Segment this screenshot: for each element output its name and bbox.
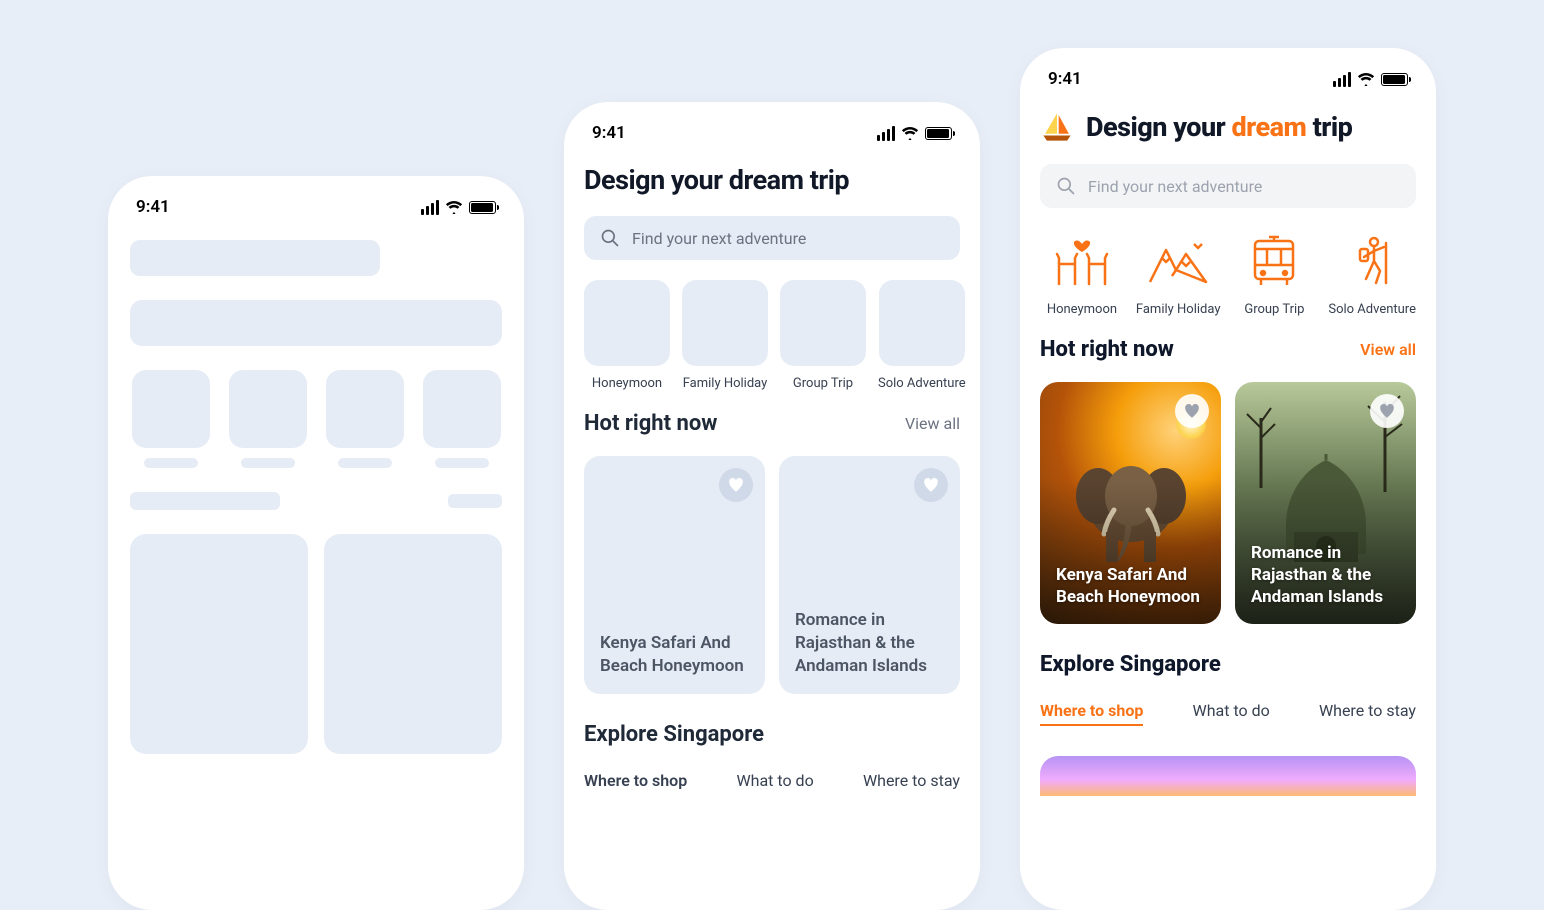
search-input[interactable]: Find your next adventure xyxy=(584,216,960,260)
mockup-lowfi: 9:41 xyxy=(108,176,524,910)
category-label: Group Trip xyxy=(793,376,853,391)
category-solo[interactable]: Solo Adventure xyxy=(1328,234,1416,317)
search-input[interactable]: Find your next adventure xyxy=(1040,164,1416,208)
favorite-button[interactable] xyxy=(914,468,948,502)
search-placeholder: Find your next adventure xyxy=(632,229,806,248)
category-icon-placeholder xyxy=(682,280,768,366)
section-title-explore: Explore Singapore xyxy=(584,722,960,747)
category-label: Family Holiday xyxy=(683,376,768,391)
mockup-midfi: 9:41 Design your dream trip Find your ne… xyxy=(564,102,980,910)
heart-icon xyxy=(922,476,940,494)
explore-card-preview[interactable] xyxy=(1040,756,1416,796)
hot-card-rajasthan[interactable]: Romance in Rajasthan & the Andaman Islan… xyxy=(1235,382,1416,624)
skeleton-categories xyxy=(130,370,502,468)
skeleton-title xyxy=(130,240,380,276)
hot-card[interactable]: Kenya Safari And Beach Honeymoon xyxy=(584,456,765,694)
status-bar: 9:41 xyxy=(564,102,980,156)
heart-icon xyxy=(1378,402,1396,420)
section-title-hot: Hot right now xyxy=(1040,337,1174,362)
category-label: Solo Adventure xyxy=(878,376,966,391)
category-honeymoon[interactable]: Honeymoon xyxy=(584,280,670,391)
heart-icon xyxy=(1183,402,1201,420)
favorite-button[interactable] xyxy=(719,468,753,502)
hiker-icon xyxy=(1350,234,1394,288)
category-label: Group Trip xyxy=(1244,302,1304,317)
status-icons xyxy=(1333,72,1408,87)
sailboat-icon xyxy=(1040,110,1074,144)
bus-icon xyxy=(1249,234,1299,288)
tab-shop[interactable]: Where to shop xyxy=(584,771,687,790)
wifi-icon xyxy=(901,126,919,140)
category-group[interactable]: Group Trip xyxy=(1232,234,1316,317)
battery-icon xyxy=(469,201,496,214)
mockup-hifi: 9:41 Design your dream trip Find xyxy=(1020,48,1436,910)
skeleton-search xyxy=(130,300,502,346)
card-title: Romance in Rajasthan & the Andaman Islan… xyxy=(795,609,944,678)
card-title: Kenya Safari And Beach Honeymoon xyxy=(600,632,749,678)
card-title: Kenya Safari And Beach Honeymoon xyxy=(1056,564,1205,608)
category-icon-placeholder xyxy=(879,280,965,366)
category-label: Honeymoon xyxy=(592,376,662,391)
status-bar: 9:41 xyxy=(108,176,524,230)
section-title-explore: Explore Singapore xyxy=(1040,652,1416,677)
status-bar: 9:41 xyxy=(1020,48,1436,102)
search-placeholder: Find your next adventure xyxy=(1088,177,1262,196)
category-label: Honeymoon xyxy=(1047,302,1117,317)
tab-stay[interactable]: Where to stay xyxy=(1319,701,1416,726)
category-label: Family Holiday xyxy=(1136,302,1221,317)
search-icon xyxy=(1056,176,1076,196)
cellular-icon xyxy=(1333,72,1351,87)
view-all-link[interactable]: View all xyxy=(905,414,960,433)
status-time: 9:41 xyxy=(592,123,626,143)
category-solo[interactable]: Solo Adventure xyxy=(878,280,966,391)
category-icon-placeholder xyxy=(584,280,670,366)
wifi-icon xyxy=(445,200,463,214)
mountains-icon xyxy=(1146,234,1210,288)
status-icons xyxy=(421,200,496,215)
status-time: 9:41 xyxy=(1048,69,1082,89)
cellular-icon xyxy=(421,200,439,215)
page-title: Design your dream trip xyxy=(1086,111,1352,143)
heart-icon xyxy=(727,476,745,494)
category-family[interactable]: Family Holiday xyxy=(682,280,768,391)
tab-do[interactable]: What to do xyxy=(1193,701,1270,726)
search-icon xyxy=(600,228,620,248)
favorite-button[interactable] xyxy=(1370,394,1404,428)
card-title: Romance in Rajasthan & the Andaman Islan… xyxy=(1251,542,1400,608)
hot-card[interactable]: Romance in Rajasthan & the Andaman Islan… xyxy=(779,456,960,694)
status-time: 9:41 xyxy=(136,197,170,217)
battery-icon xyxy=(1381,73,1408,86)
section-title-hot: Hot right now xyxy=(584,411,717,436)
battery-icon xyxy=(925,127,952,140)
page-title: Design your dream trip xyxy=(584,164,960,196)
hot-card-kenya[interactable]: Kenya Safari And Beach Honeymoon xyxy=(1040,382,1221,624)
tab-shop[interactable]: Where to shop xyxy=(1040,701,1143,726)
skeleton-section-header xyxy=(130,492,502,510)
cellular-icon xyxy=(877,126,895,141)
category-family[interactable]: Family Holiday xyxy=(1136,234,1221,317)
chairs-heart-icon xyxy=(1053,234,1111,288)
category-label: Solo Adventure xyxy=(1328,302,1416,317)
category-honeymoon[interactable]: Honeymoon xyxy=(1040,234,1124,317)
wifi-icon xyxy=(1357,72,1375,86)
tab-stay[interactable]: Where to stay xyxy=(863,771,960,790)
status-icons xyxy=(877,126,952,141)
category-icon-placeholder xyxy=(780,280,866,366)
favorite-button[interactable] xyxy=(1175,394,1209,428)
skeleton-cards xyxy=(130,534,502,754)
view-all-link[interactable]: View all xyxy=(1360,340,1416,359)
tab-do[interactable]: What to do xyxy=(736,771,813,790)
category-group[interactable]: Group Trip xyxy=(780,280,866,391)
